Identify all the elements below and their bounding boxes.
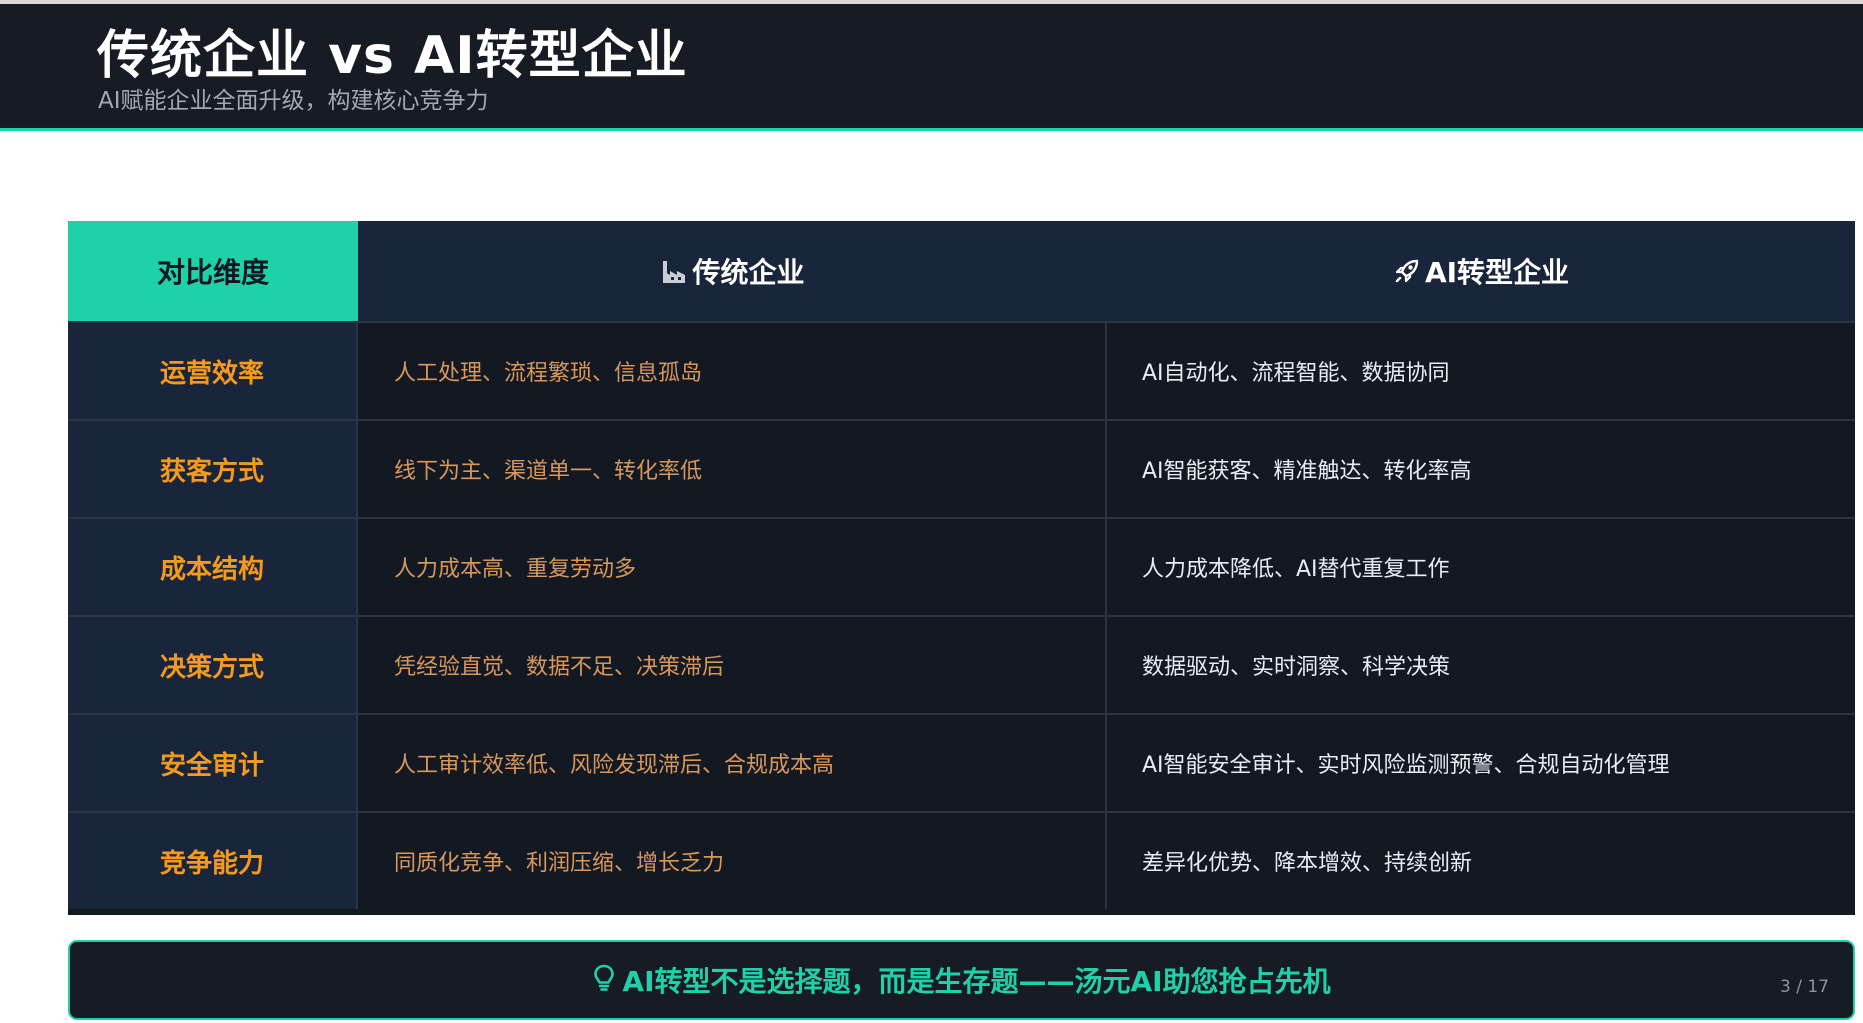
traditional-column-header: 传统企业 [358,221,1107,321]
page-title: 传统企业 vs AI转型企业 [97,26,688,86]
traditional-column-label: 传统企业 [692,256,805,289]
ai-column-header: AI转型企业 [1107,221,1855,321]
page-counter: 3 / 17 [1780,977,1829,997]
ai-cell: AI智能获客、精准触达、转化率高 [1142,459,1472,484]
table-row: 决策方式 凭经验直觉、数据不足、决策滞后 数据驱动、实时洞察、科学决策 [68,615,1855,713]
ai-cell: AI智能安全审计、实时风险监测预警、合规自动化管理 [1142,753,1670,778]
dimension-cell: 获客方式 [68,421,358,517]
dimension-cell: 成本结构 [68,519,358,615]
table-row: 竞争能力 同质化竞争、利润压缩、增长乏力 差异化优势、降本增效、持续创新 [68,811,1855,909]
dimension-cell: 决策方式 [68,617,358,713]
traditional-cell: 线下为主、渠道单一、转化率低 [358,421,1107,517]
comparison-table: 对比维度 传统企业 AI转型企业 运营效率 人工处理、流程繁琐、信息孤岛 AI自… [68,221,1855,915]
table-header-row: 对比维度 传统企业 AI转型企业 [68,221,1855,321]
traditional-cell: 同质化竞争、利润压缩、增长乏力 [358,813,1107,909]
ai-cell: AI自动化、流程智能、数据协同 [1142,361,1450,386]
table-row: 安全审计 人工审计效率低、风险发现滞后、合规成本高 AI智能安全审计、实时风险监… [68,713,1855,811]
rocket-icon [1393,257,1421,285]
ai-cell: 差异化优势、降本增效、持续创新 [1142,851,1473,876]
slide-header: 传统企业 vs AI转型企业 AI赋能企业全面升级，构建核心竞争力 [0,4,1863,131]
lightbulb-icon [592,963,616,997]
table-row: 运营效率 人工处理、流程繁琐、信息孤岛 AI自动化、流程智能、数据协同 [68,321,1855,419]
dimension-cell: 竞争能力 [68,813,358,909]
traditional-cell: 凭经验直觉、数据不足、决策滞后 [358,617,1107,713]
table-row: 成本结构 人力成本高、重复劳动多 人力成本降低、AI替代重复工作 [68,517,1855,615]
ai-column-label: AI转型企业 [1424,256,1570,289]
table-row: 获客方式 线下为主、渠道单一、转化率低 AI智能获客、精准触达、转化率高 [68,419,1855,517]
factory-icon [660,257,688,285]
ai-cell: 数据驱动、实时洞察、科学决策 [1142,655,1451,680]
dimension-column-header: 对比维度 [68,221,358,321]
conclusion-banner: AI转型不是选择题，而是生存题——汤元AI助您抢占先机 [68,940,1855,1020]
page-subtitle: AI赋能企业全面升级，构建核心竞争力 [98,88,489,114]
traditional-cell: 人力成本高、重复劳动多 [358,519,1107,615]
traditional-cell: 人工审计效率低、风险发现滞后、合规成本高 [358,715,1107,811]
dimension-cell: 运营效率 [68,323,358,419]
dimension-cell: 安全审计 [68,715,358,811]
conclusion-text: AI转型不是选择题，而是生存题——汤元AI助您抢占先机 [622,965,1331,998]
traditional-cell: 人工处理、流程繁琐、信息孤岛 [358,323,1107,419]
ai-cell: 人力成本降低、AI替代重复工作 [1142,557,1450,582]
